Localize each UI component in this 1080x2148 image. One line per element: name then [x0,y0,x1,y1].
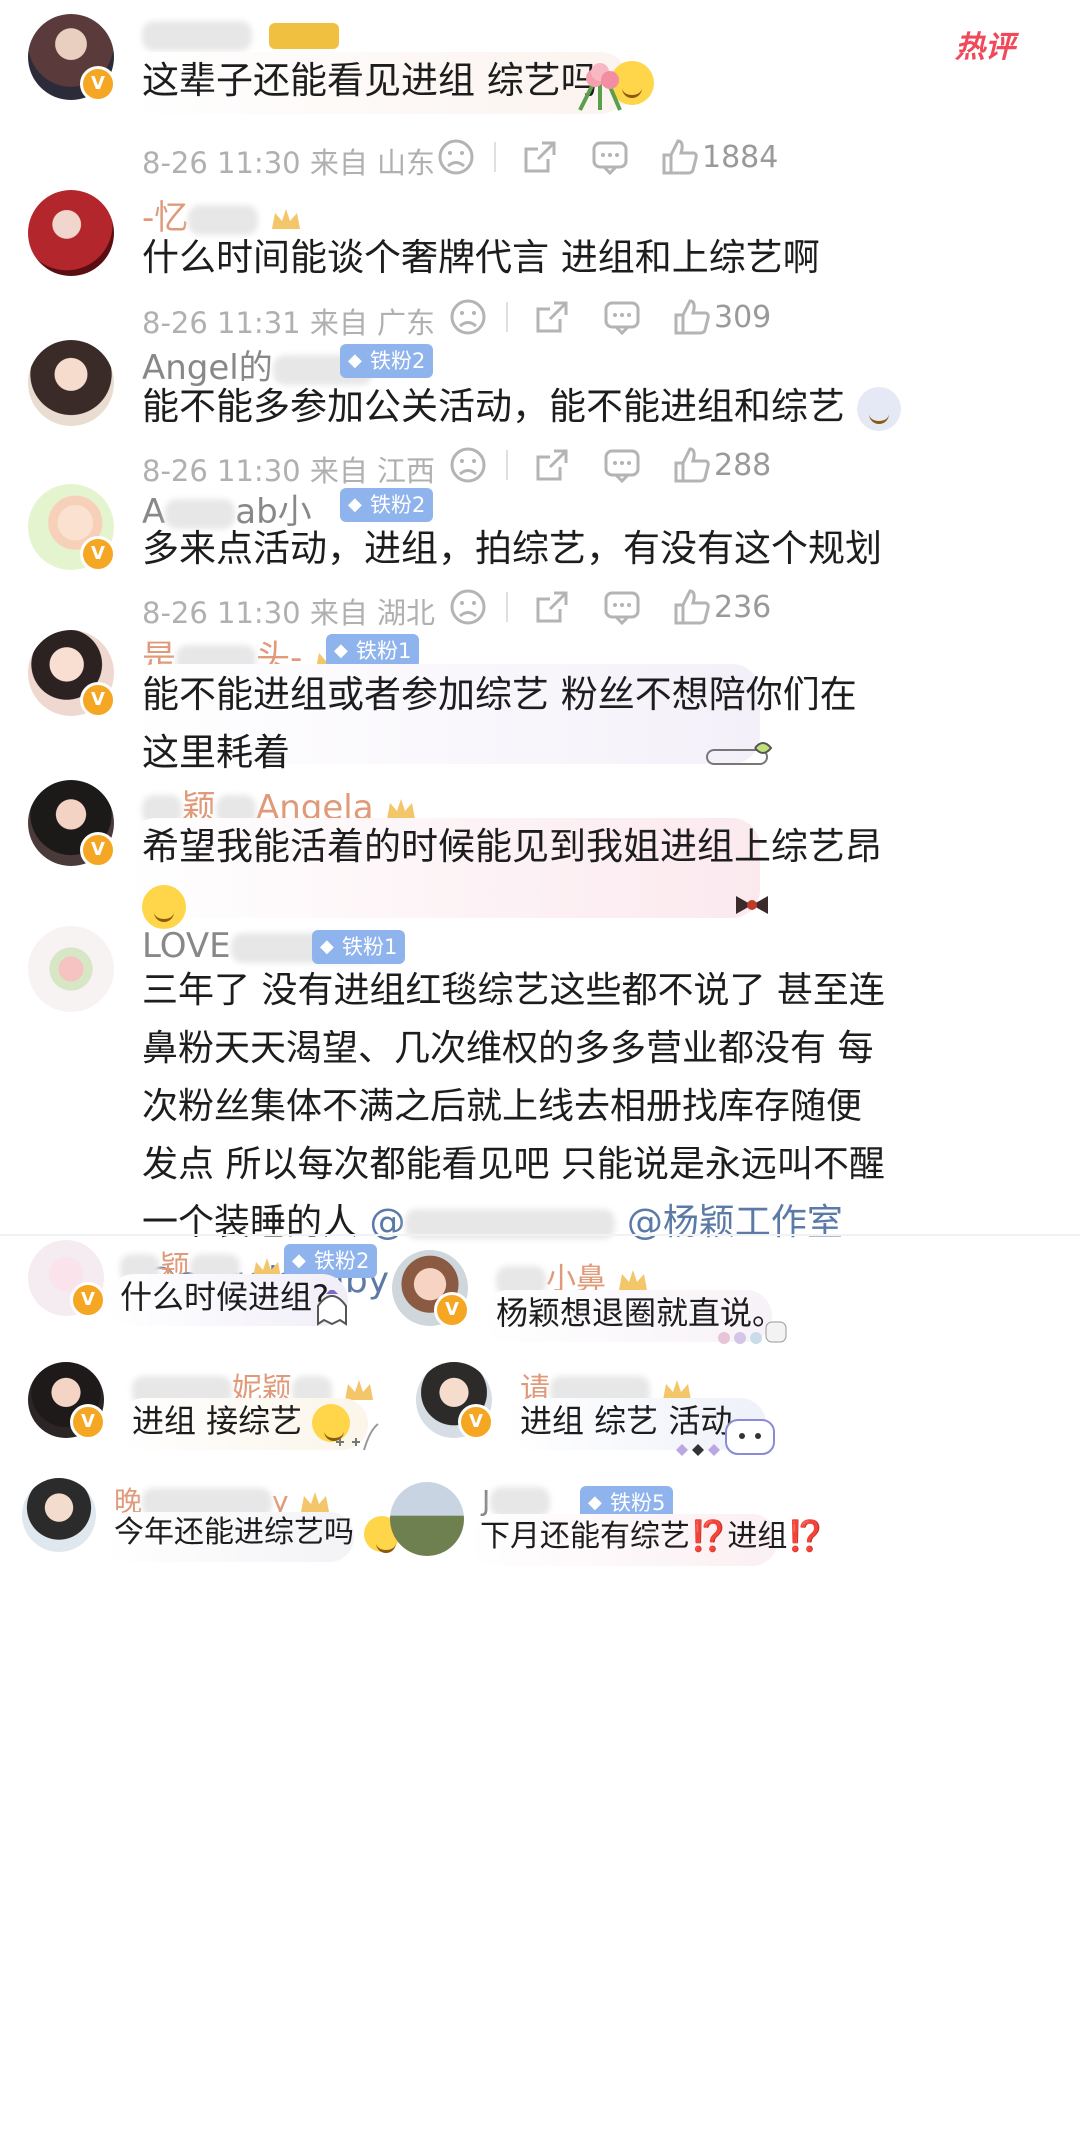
avatar[interactable]: V [28,1362,106,1440]
avatar-image [390,1482,464,1556]
comment-meta: 8-26 11:30 来自 湖北 [142,596,436,630]
verified-icon: V [80,536,116,572]
dislike-icon[interactable] [448,297,488,337]
avatar-image [28,340,114,426]
divider [0,1234,1080,1236]
decor-sticker-icon [330,1420,380,1454]
decor-sticker-icon [670,1414,780,1458]
share-icon[interactable] [532,587,572,627]
hot-comment-badge: 热评 [955,30,1015,65]
dislike-icon[interactable] [448,587,488,627]
avatar-image [28,926,114,1012]
comment-text: 什么时间能谈个奢牌代言 进组和上综艺啊 [142,236,820,279]
share-icon[interactable] [532,297,572,337]
like-icon[interactable] [672,297,712,337]
divider [506,302,508,332]
verified-icon: V [80,682,116,718]
avatar[interactable] [28,926,114,1012]
comment-meta: 8-26 11:30 来自 山东 [142,146,436,180]
comment-icon[interactable] [590,137,630,177]
verified-icon: V [80,66,116,102]
mention-link[interactable]: @杨颖工作室 [627,1202,843,1243]
avatar[interactable]: V [416,1362,494,1440]
fan-level-badge: 铁粉2 [340,344,434,378]
verified-icon: V [70,1282,106,1318]
fan-level-badge: 铁粉1 [312,930,406,964]
avatar[interactable]: V [28,780,116,868]
comment-icon[interactable] [602,445,642,485]
ghost-sticker-icon [310,1288,354,1326]
comment-text: 什么时候进组? [120,1278,329,1316]
avatar[interactable]: V [28,630,116,718]
avatar-image [28,190,114,276]
like-icon[interactable] [660,137,700,177]
avatar[interactable] [28,340,114,426]
avatar-image [22,1478,96,1552]
avatar[interactable]: V [28,14,116,102]
verified-icon: V [80,832,116,868]
avatar[interactable] [22,1478,96,1552]
comment-text: 多来点活动，进组，拍综艺，有没有这个规划 [142,527,882,570]
verified-icon: V [458,1404,494,1440]
avatar[interactable]: V [28,1240,106,1318]
dislike-icon[interactable] [436,137,476,177]
share-icon[interactable] [520,137,560,177]
comment-text: 今年还能进综艺吗 [114,1504,400,1562]
emoji-icon [142,884,186,929]
emoji-icon [856,386,901,431]
comment-icon[interactable] [602,297,642,337]
divider [494,142,496,172]
comment-text: 能不能多参加公关活动，能不能进组和综艺 [142,378,901,436]
username[interactable] [142,14,339,54]
dislike-icon[interactable] [448,445,488,485]
avatar[interactable]: V [28,484,116,572]
bubble-sticker-icon [705,738,775,768]
share-icon[interactable] [532,445,572,485]
comment-text: 下月还能有综艺⁉️进组⁉️ [480,1519,825,1554]
tulip-sticker-icon [570,60,630,115]
like-icon[interactable] [672,445,712,485]
bow-sticker-icon [732,892,772,918]
level-icon [268,22,339,49]
avatar[interactable] [390,1482,464,1556]
like-count: 309 [714,300,772,335]
fan-level-badge: 铁粉1 [326,634,420,668]
like-icon[interactable] [672,587,712,627]
comment-meta: 8-26 11:31 来自 广东 [142,306,436,340]
verified-icon: V [434,1292,470,1328]
decor-sticker-icon [714,1318,788,1346]
divider [506,450,508,480]
blurred-name [142,20,252,51]
comment-icon[interactable] [602,587,642,627]
divider [506,592,508,622]
fan-level-badge: 铁粉2 [340,488,434,522]
comment-text: 进组 接综艺 [132,1392,351,1450]
like-count: 288 [714,448,772,483]
like-count: 1884 [702,140,779,175]
avatar[interactable] [28,190,114,276]
like-count: 236 [714,590,772,625]
verified-icon: V [70,1404,106,1440]
avatar[interactable]: V [392,1250,470,1328]
